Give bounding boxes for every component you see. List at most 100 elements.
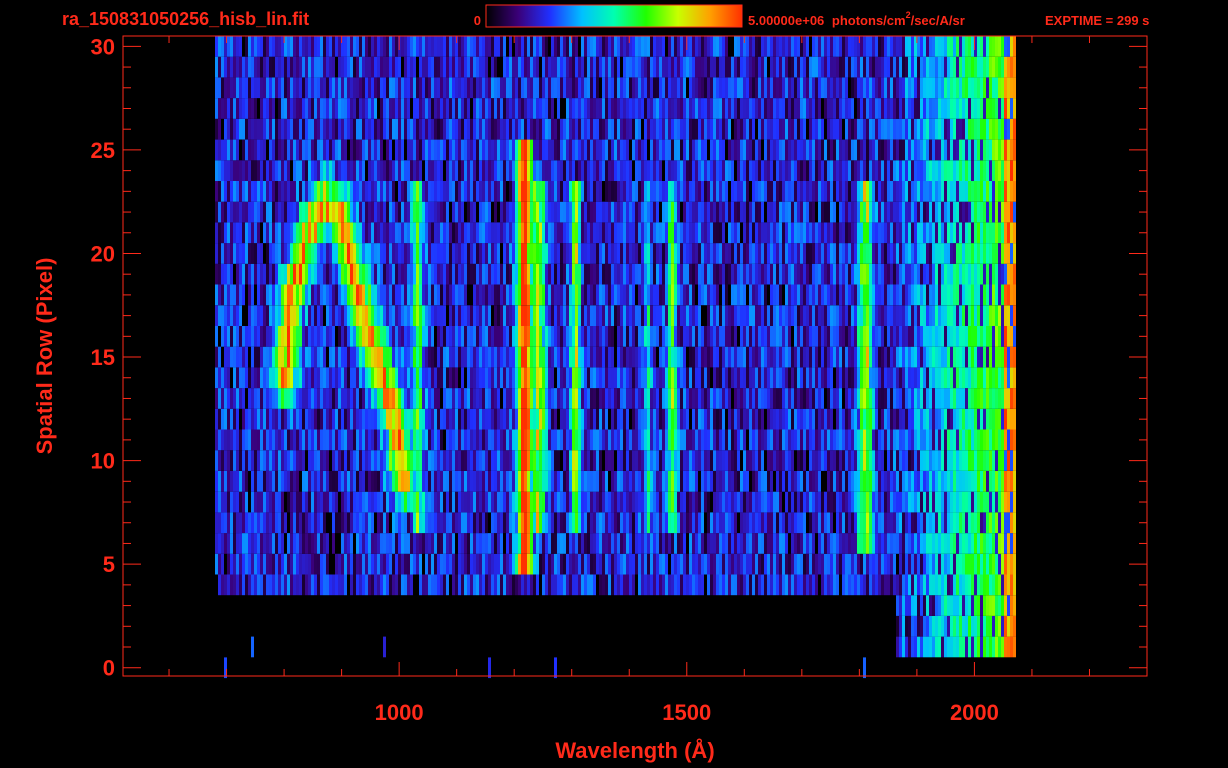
image-pixel xyxy=(938,346,941,368)
image-pixel xyxy=(614,471,617,492)
image-pixel xyxy=(419,491,422,513)
image-pixel xyxy=(713,429,716,451)
image-pixel xyxy=(566,243,569,264)
image-pixel xyxy=(995,450,998,471)
image-pixel xyxy=(569,491,572,513)
image-pixel xyxy=(950,284,953,306)
image-pixel xyxy=(530,284,533,306)
image-pixel xyxy=(362,450,365,471)
image-pixel xyxy=(338,367,341,389)
image-pixel xyxy=(1013,305,1016,326)
image-pixel xyxy=(545,367,548,389)
image-pixel xyxy=(332,201,335,223)
image-pixel xyxy=(656,471,659,492)
image-pixel xyxy=(509,201,512,223)
image-pixel xyxy=(224,326,227,347)
image-pixel xyxy=(494,533,497,554)
image-pixel xyxy=(686,450,689,471)
image-pixel xyxy=(893,222,896,244)
image-pixel xyxy=(569,408,572,430)
image-pixel xyxy=(281,284,284,306)
image-pixel xyxy=(863,243,866,264)
image-pixel xyxy=(275,346,278,368)
image-pixel xyxy=(968,346,971,368)
image-pixel xyxy=(386,284,389,306)
image-pixel xyxy=(284,326,287,347)
image-pixel xyxy=(668,512,671,534)
image-pixel xyxy=(503,263,506,285)
image-pixel xyxy=(461,471,464,492)
image-pixel xyxy=(821,553,824,575)
image-pixel xyxy=(236,512,239,534)
image-pixel xyxy=(248,574,251,596)
image-pixel xyxy=(389,553,392,575)
image-pixel xyxy=(704,388,707,409)
image-pixel xyxy=(839,533,842,554)
image-pixel xyxy=(512,574,515,596)
image-pixel xyxy=(977,636,980,658)
image-pixel xyxy=(797,284,800,306)
image-pixel xyxy=(620,408,623,430)
image-pixel xyxy=(839,429,842,451)
image-pixel xyxy=(881,326,884,347)
image-pixel xyxy=(854,243,857,264)
image-pixel xyxy=(848,512,851,534)
image-pixel xyxy=(596,263,599,285)
image-pixel xyxy=(314,408,317,430)
image-pixel xyxy=(317,533,320,554)
image-pixel xyxy=(503,222,506,244)
image-pixel xyxy=(734,263,737,285)
image-pixel xyxy=(452,471,455,492)
image-pixel xyxy=(257,388,260,409)
image-pixel xyxy=(722,243,725,264)
image-pixel xyxy=(893,450,896,471)
image-pixel xyxy=(728,388,731,409)
image-pixel xyxy=(800,408,803,430)
image-pixel xyxy=(530,263,533,285)
image-pixel xyxy=(488,367,491,389)
image-pixel xyxy=(1010,263,1013,285)
image-pixel xyxy=(596,305,599,326)
image-pixel xyxy=(674,263,677,285)
image-pixel xyxy=(791,222,794,244)
image-pixel xyxy=(383,367,386,389)
image-pixel xyxy=(803,284,806,306)
image-pixel xyxy=(659,450,662,471)
image-pixel xyxy=(971,450,974,471)
spectral-image xyxy=(215,36,1016,679)
image-pixel xyxy=(557,388,560,409)
image-pixel xyxy=(512,450,515,471)
image-pixel xyxy=(722,491,725,513)
image-pixel xyxy=(431,284,434,306)
image-pixel xyxy=(968,533,971,554)
image-pixel xyxy=(659,367,662,389)
image-pixel xyxy=(776,243,779,264)
image-pixel xyxy=(275,512,278,534)
image-pixel xyxy=(896,450,899,471)
image-pixel xyxy=(602,574,605,596)
image-pixel xyxy=(833,222,836,244)
image-pixel xyxy=(242,512,245,534)
image-pixel xyxy=(452,450,455,471)
image-pixel xyxy=(299,201,302,223)
image-pixel xyxy=(1001,450,1004,471)
image-pixel xyxy=(245,408,248,430)
image-pixel xyxy=(929,595,932,616)
image-pixel xyxy=(521,491,524,513)
image-pixel xyxy=(560,263,563,285)
image-pixel xyxy=(521,263,524,285)
image-pixel xyxy=(362,367,365,389)
image-pixel xyxy=(368,305,371,326)
image-pixel xyxy=(512,284,515,306)
image-pixel xyxy=(446,346,449,368)
image-pixel xyxy=(662,388,665,409)
image-pixel xyxy=(893,388,896,409)
image-pixel xyxy=(719,491,722,513)
image-pixel xyxy=(548,574,551,596)
image-pixel xyxy=(551,388,554,409)
image-pixel xyxy=(470,512,473,534)
image-pixel xyxy=(425,243,428,264)
image-pixel xyxy=(947,408,950,430)
image-pixel xyxy=(260,450,263,471)
image-pixel xyxy=(713,201,716,223)
